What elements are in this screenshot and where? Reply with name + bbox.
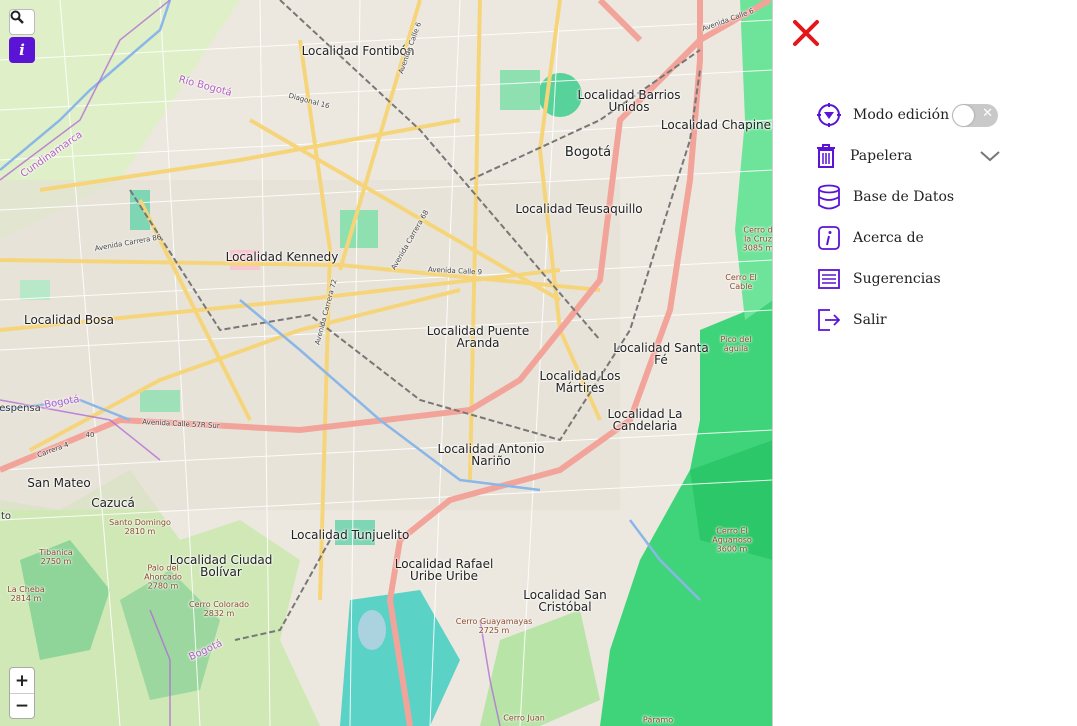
side-menu-panel: Modo edición ✕ Papelera Base de Datos Ac… bbox=[773, 0, 1077, 726]
map-label-antonio-narino: Localidad Antonio Nariño bbox=[437, 442, 545, 468]
menu-item-label: Papelera bbox=[850, 148, 913, 164]
toggle-off-icon: ✕ bbox=[982, 106, 993, 121]
close-button[interactable] bbox=[791, 18, 821, 48]
map-search-button[interactable] bbox=[9, 9, 35, 35]
map-label-rafael-uribe: Localidad Rafael Uribe Uribe bbox=[394, 557, 494, 583]
logout-icon bbox=[815, 306, 843, 334]
map-label-teusaquillo: Localidad Teusaquillo bbox=[515, 202, 643, 216]
map-view[interactable]: Localidad Fontibón Localidad Barrios Uni… bbox=[0, 0, 773, 726]
zoom-out-button[interactable]: − bbox=[10, 693, 34, 718]
edit-mode-toggle[interactable]: ✕ bbox=[952, 104, 998, 127]
menu-item-label: Salir bbox=[853, 312, 887, 328]
menu-item-label: Sugerencias bbox=[853, 271, 941, 287]
menu-item-database[interactable]: Base de Datos bbox=[815, 183, 954, 211]
peak-la-cheba: La Cheba 2814 m bbox=[7, 585, 45, 603]
map-label-fontibon: Localidad Fontibón bbox=[301, 44, 415, 58]
map-label-kennedy: Localidad Kennedy bbox=[225, 250, 339, 264]
menu-item-edit-mode[interactable]: Modo edición bbox=[815, 101, 949, 129]
map-label-bosa: Localidad Bosa bbox=[23, 313, 115, 327]
menu-item-label: Acerca de bbox=[853, 230, 924, 246]
zoom-control: + − bbox=[9, 667, 35, 719]
map-label-barrios-unidos: Localidad Barrios Unidos bbox=[577, 88, 681, 114]
peak-cerro-colorado: Cerro Colorado 2832 m bbox=[189, 600, 249, 618]
info-icon bbox=[815, 224, 843, 252]
close-icon bbox=[793, 20, 819, 46]
map-label-cazuca: Cazucá bbox=[91, 496, 135, 510]
map-label-ciudad-bolivar: Localidad Ciudad Bolívar bbox=[169, 553, 273, 579]
map-label-candelaria: Localidad La Candelaria bbox=[607, 407, 683, 433]
menu-item-suggestions[interactable]: Sugerencias bbox=[815, 265, 941, 293]
database-icon bbox=[815, 183, 843, 211]
menu-item-label: Base de Datos bbox=[853, 189, 955, 205]
peak-tibanica: Tibanica 2750 m bbox=[39, 548, 73, 566]
info-letter: i bbox=[19, 41, 25, 59]
toggle-knob bbox=[953, 105, 974, 126]
search-icon bbox=[10, 10, 24, 24]
peak-pico-aguila: Pico del águila bbox=[720, 335, 752, 353]
map-label-tunjuelito: Localidad Tunjuelito bbox=[290, 528, 410, 542]
map-label-puente-aranda: Localidad Puente Aranda bbox=[426, 324, 530, 350]
peak-cerro-cruz: Cerro d la Cruz 3085 m bbox=[742, 225, 773, 253]
menu-item-label: Modo edición bbox=[853, 107, 950, 123]
map-label-san-cristobal: Localidad San Cristóbal bbox=[523, 588, 607, 614]
map-label-santa-fe: Localidad Santa Fé bbox=[613, 341, 709, 367]
chevron-down-icon[interactable] bbox=[978, 146, 1002, 166]
peak-cerro-guayamayas: Cerro Guayamayas 2725 m bbox=[455, 617, 533, 635]
peak-paramo: Páramo bbox=[642, 715, 674, 725]
peak-santo-domingo: Santo Domingo 2810 m bbox=[109, 518, 171, 536]
peak-palo-ahorcado: Palo del Ahorcado 2780 m bbox=[144, 563, 182, 591]
map-label-espensa: espensa bbox=[0, 403, 41, 414]
map-label-chapinero: Localidad Chapinero bbox=[660, 118, 773, 132]
map-label-to: to bbox=[0, 511, 12, 522]
trash-icon bbox=[812, 142, 840, 170]
map-label-martires: Localidad Los Mártires bbox=[539, 369, 621, 395]
map-label-bogota: Bogotá bbox=[564, 145, 612, 160]
zoom-in-button[interactable]: + bbox=[10, 668, 34, 693]
road-label-route-40: 40 bbox=[85, 431, 95, 439]
peak-cerro-aguanoso: Cerro El Aguanoso 3600 m bbox=[712, 526, 752, 554]
menu-item-trash[interactable]: Papelera bbox=[812, 142, 912, 170]
list-icon bbox=[815, 265, 843, 293]
edit-mode-icon bbox=[815, 101, 843, 129]
peak-cerro-juan: Cerro Juan bbox=[503, 713, 545, 723]
menu-item-about[interactable]: Acerca de bbox=[815, 224, 924, 252]
map-label-san-mateo: San Mateo bbox=[27, 476, 91, 490]
map-info-button[interactable]: i bbox=[9, 37, 35, 63]
menu-item-logout[interactable]: Salir bbox=[815, 306, 887, 334]
peak-cerro-cable: Cerro El Cable bbox=[725, 273, 757, 291]
